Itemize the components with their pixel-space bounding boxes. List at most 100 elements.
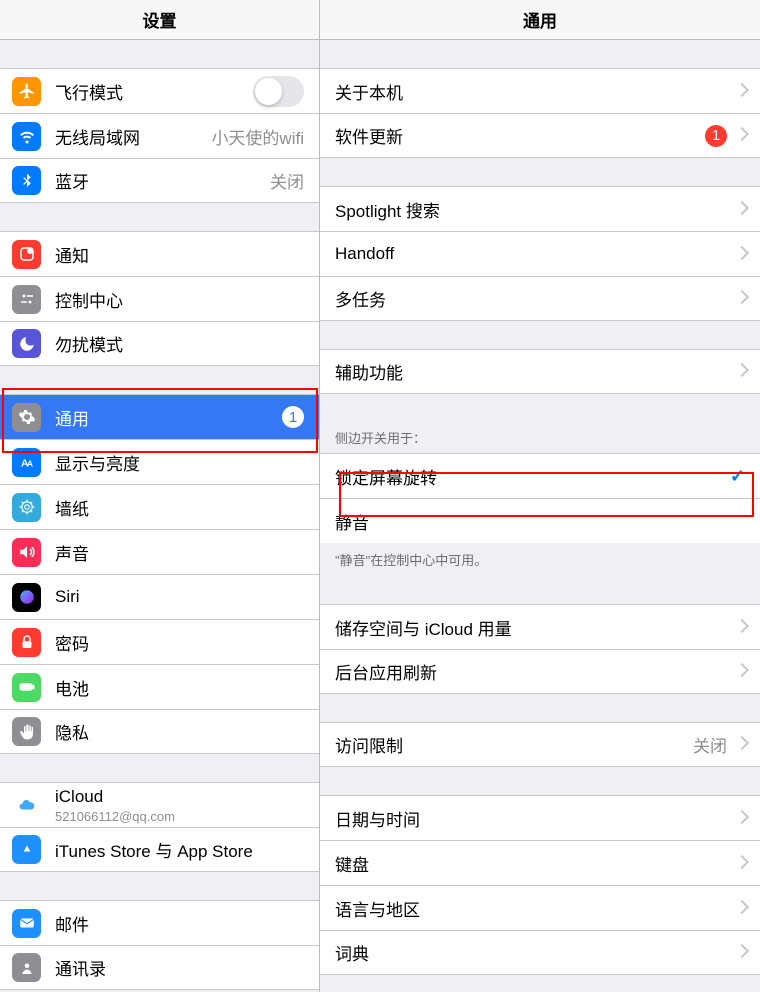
chevron-right-icon [737, 292, 745, 305]
sidebar-item-label: 声音 [55, 540, 89, 565]
sidebar-item-appstore[interactable]: iTunes Store 与 App Store [0, 827, 319, 872]
detail-row[interactable]: 软件更新 1 [320, 113, 760, 158]
detail-row[interactable]: Spotlight 搜索 [320, 186, 760, 231]
detail-row[interactable]: 辅助功能 [320, 349, 760, 394]
control-icon [12, 285, 41, 314]
sidebar-item-label: iTunes Store 与 App Store [55, 837, 253, 862]
detail-row-label: 关于本机 [335, 79, 403, 104]
detail-row[interactable]: 后台应用刷新 [320, 649, 760, 694]
sidebar-item-label: 隐私 [55, 719, 89, 744]
sidebar-item-sound[interactable]: 声音 [0, 529, 319, 574]
sidebar-item-label: Siri [55, 587, 80, 607]
battery-icon [12, 673, 41, 702]
detail-row-label: Handoff [335, 244, 394, 264]
sidebar-item-label: 电池 [55, 675, 89, 700]
detail-row-label: 多任务 [335, 286, 386, 311]
sidebar-item-contacts[interactable]: 通讯录 [0, 945, 319, 990]
detail-row[interactable]: 语言与地区 [320, 885, 760, 930]
sidebar-item-label: 蓝牙 [55, 168, 89, 193]
sidebar-item-label: 通知 [55, 242, 89, 267]
detail-row[interactable]: 储存空间与 iCloud 用量 [320, 604, 760, 649]
detail-row[interactable]: 静音 [320, 498, 760, 543]
wallpaper-icon [12, 493, 41, 522]
chevron-right-icon [737, 902, 745, 915]
sidebar-item-label: 通用 [55, 405, 89, 430]
detail-row-label: 储存空间与 iCloud 用量 [335, 615, 512, 640]
toggle-switch[interactable] [253, 76, 304, 107]
sidebar-item-label: 无线局域网 [55, 124, 140, 149]
detail-row[interactable]: 关于本机 [320, 68, 760, 113]
detail-pane: 通用 关于本机软件更新1Spotlight 搜索Handoff多任务辅助功能侧边… [320, 0, 760, 992]
sidebar-item-bluetooth[interactable]: 蓝牙 关闭 [0, 158, 319, 203]
chevron-right-icon [737, 203, 745, 216]
contacts-icon [12, 953, 41, 982]
sidebar-item-cloud[interactable]: iCloud521066112@qq.com [0, 782, 319, 827]
sidebar-item-lock[interactable]: 密码 [0, 619, 319, 664]
sidebar-item-hand[interactable]: 隐私 [0, 709, 319, 754]
detail-row[interactable]: 多任务 [320, 276, 760, 321]
sidebar-item-display[interactable]: AA显示与亮度 [0, 439, 319, 484]
detail-row[interactable]: 日期与时间 [320, 795, 760, 840]
sidebar-item-sublabel: 521066112@qq.com [55, 809, 175, 824]
display-icon: AA [12, 448, 41, 477]
appstore-icon [12, 835, 41, 864]
sidebar-item-value: 关闭 [270, 168, 304, 193]
chevron-right-icon [737, 129, 745, 142]
sidebar-item-wifi[interactable]: 无线局域网 小天使的wifi [0, 113, 319, 158]
detail-row-label: 静音 [335, 509, 369, 534]
gear-icon [12, 403, 41, 432]
cloud-icon [12, 791, 41, 820]
sidebar-item-label: 密码 [55, 630, 89, 655]
sidebar-item-moon[interactable]: 勿扰模式 [0, 321, 319, 366]
sidebar-item-value: 小天使的wifi [211, 124, 304, 149]
detail-row[interactable]: 词典 [320, 930, 760, 975]
siri-icon [12, 583, 41, 612]
sound-icon [12, 538, 41, 567]
group-header: 侧边开关用于： [320, 422, 760, 453]
chevron-right-icon [737, 365, 745, 378]
checkmark-icon: ✓ [730, 466, 745, 487]
detail-row-label: Spotlight 搜索 [335, 197, 440, 222]
hand-icon [12, 717, 41, 746]
sidebar-item-notification[interactable]: 通知 [0, 231, 319, 276]
sidebar-item-gear[interactable]: 通用1 [0, 394, 319, 439]
detail-row-label: 词典 [335, 940, 369, 965]
chevron-right-icon [737, 621, 745, 634]
sidebar-item-label: 墙纸 [55, 495, 89, 520]
detail-row-label: 语言与地区 [335, 896, 420, 921]
sidebar-item-label: 邮件 [55, 911, 89, 936]
detail-row[interactable]: 锁定屏幕旋转✓ [320, 453, 760, 498]
chevron-right-icon [737, 812, 745, 825]
group-footer: "静音"在控制中心中可用。 [320, 543, 760, 576]
sidebar-item-airplane[interactable]: 飞行模式 [0, 68, 319, 113]
chevron-right-icon [737, 665, 745, 678]
sidebar-item-siri[interactable]: Siri [0, 574, 319, 619]
detail-row[interactable]: Handoff [320, 231, 760, 276]
wifi-icon [12, 122, 41, 151]
airplane-icon [12, 77, 41, 106]
detail-row[interactable]: 键盘 [320, 840, 760, 885]
sidebar-item-label: 控制中心 [55, 287, 123, 312]
badge: 1 [705, 125, 727, 147]
sidebar-item-battery[interactable]: 电池 [0, 664, 319, 709]
detail-row-value: 关闭 [693, 732, 727, 757]
sidebar-item-wallpaper[interactable]: 墙纸 [0, 484, 319, 529]
chevron-right-icon [737, 85, 745, 98]
svg-text:A: A [27, 460, 33, 469]
detail-row-label: 软件更新 [335, 123, 403, 148]
detail-row[interactable]: 访问限制关闭 [320, 722, 760, 767]
chevron-right-icon [737, 248, 745, 261]
settings-sidebar: 设置 飞行模式无线局域网小天使的wifi蓝牙关闭通知控制中心勿扰模式通用1AA显… [0, 0, 320, 992]
notification-icon [12, 240, 41, 269]
detail-row-label: 键盘 [335, 851, 369, 876]
detail-row-label: 辅助功能 [335, 359, 403, 384]
detail-row-label: 日期与时间 [335, 806, 420, 831]
sidebar-item-control[interactable]: 控制中心 [0, 276, 319, 321]
sidebar-item-mail[interactable]: 邮件 [0, 900, 319, 945]
chevron-right-icon [737, 857, 745, 870]
sidebar-item-label: 飞行模式 [55, 79, 123, 104]
sidebar-item-label: 勿扰模式 [55, 331, 123, 356]
chevron-right-icon [737, 738, 745, 751]
chevron-right-icon [737, 946, 745, 959]
bluetooth-icon [12, 166, 41, 195]
